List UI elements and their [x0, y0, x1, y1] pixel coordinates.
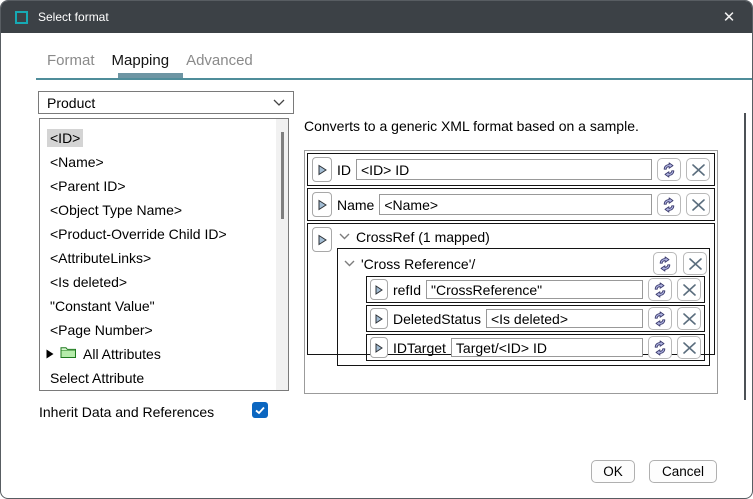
list-item[interactable]: "Constant Value" — [40, 294, 288, 318]
expand-icon[interactable] — [370, 337, 388, 358]
cross-reference-subgroup: 'Cross Reference'/ — [337, 248, 710, 366]
select-format-dialog: Select format ✕ Format Mapping Advanced … — [0, 0, 753, 499]
sync-arrows-icon[interactable] — [648, 336, 672, 359]
mapping-row-deletedstatus: DeletedStatus — [366, 305, 705, 332]
sync-arrows-icon[interactable] — [653, 252, 677, 275]
mapping-row-name: Name — [307, 188, 715, 221]
list-item-all-attributes[interactable]: All Attributes — [40, 342, 288, 366]
mapping-row-id: ID — [307, 153, 715, 186]
dialog-title: Select format — [38, 10, 109, 24]
tab-divider — [36, 78, 752, 80]
app-icon — [15, 11, 28, 24]
expand-icon[interactable] — [370, 279, 388, 300]
sync-arrows-icon[interactable] — [657, 158, 681, 181]
triangle-right-icon[interactable] — [46, 346, 54, 362]
panel-splitter[interactable] — [744, 113, 746, 400]
delete-x-icon[interactable] — [683, 252, 707, 275]
mapping-value-input[interactable] — [486, 309, 643, 328]
object-type-dropdown[interactable]: Product — [38, 91, 294, 114]
crossref-group-body: CrossRef (1 mapped) 'Cross Reference'/ — [337, 227, 710, 366]
inherit-data-checkbox[interactable] — [252, 402, 268, 418]
expand-icon[interactable] — [312, 192, 332, 217]
mapping-row-label: DeletedStatus — [393, 311, 481, 327]
expand-icon[interactable] — [370, 308, 388, 329]
mapping-panel: ID Name — [304, 150, 718, 394]
list-scrollbar[interactable] — [276, 119, 288, 390]
expand-icon[interactable] — [312, 227, 332, 252]
chevron-down-icon — [273, 99, 285, 106]
mapping-row-label: ID — [337, 162, 351, 178]
mapping-value-input[interactable] — [379, 194, 652, 215]
mapping-value-input[interactable] — [426, 280, 643, 299]
mapping-row-idtarget: IDTarget — [366, 334, 705, 361]
tab-format[interactable]: Format — [47, 52, 95, 75]
tab-bar: Format Mapping Advanced — [47, 52, 253, 75]
chevron-down-icon[interactable] — [339, 233, 350, 240]
mapping-value-input[interactable] — [356, 159, 652, 180]
folder-icon — [60, 346, 77, 362]
mapping-row-refid: refId — [366, 276, 705, 303]
close-icon[interactable]: ✕ — [706, 1, 752, 33]
list-item[interactable]: <Name> — [40, 150, 288, 174]
mapping-group-crossref: CrossRef (1 mapped) 'Cross Reference'/ — [307, 223, 715, 355]
chevron-down-icon[interactable] — [344, 260, 355, 267]
checkmark-icon — [255, 403, 265, 418]
sync-arrows-icon[interactable] — [657, 193, 681, 216]
mapping-value-input[interactable] — [451, 338, 643, 357]
object-type-value: Product — [47, 95, 95, 111]
cancel-button[interactable]: Cancel — [649, 460, 717, 483]
list-item[interactable]: Select Attribute — [40, 366, 288, 390]
field-list: <ID> <Name> <Parent ID> <Object Type Nam… — [39, 118, 289, 391]
crossref-group-label: CrossRef (1 mapped) — [356, 229, 490, 245]
mapping-row-label: IDTarget — [393, 340, 446, 356]
crossref-group-header: CrossRef (1 mapped) — [337, 227, 710, 246]
sync-arrows-icon[interactable] — [648, 278, 672, 301]
list-item[interactable]: <Is deleted> — [40, 270, 288, 294]
mapping-description: Converts to a generic XML format based o… — [304, 118, 639, 134]
ok-button[interactable]: OK — [591, 460, 635, 483]
delete-x-icon[interactable] — [677, 336, 701, 359]
list-scrollbar-thumb[interactable] — [281, 132, 284, 219]
list-item[interactable]: <Parent ID> — [40, 174, 288, 198]
tab-mapping[interactable]: Mapping — [112, 52, 170, 75]
tab-advanced[interactable]: Advanced — [186, 52, 253, 75]
delete-x-icon[interactable] — [677, 307, 701, 330]
list-item[interactable]: <ID> — [40, 126, 288, 150]
delete-x-icon[interactable] — [686, 193, 710, 216]
titlebar: Select format ✕ — [1, 1, 752, 33]
list-item[interactable]: <Page Number> — [40, 318, 288, 342]
list-item[interactable]: <AttributeLinks> — [40, 246, 288, 270]
delete-x-icon[interactable] — [686, 158, 710, 181]
mapping-row-label: refId — [393, 282, 421, 298]
inherit-data-label: Inherit Data and References — [39, 404, 214, 420]
cross-reference-header: 'Cross Reference'/ — [340, 251, 707, 276]
list-item[interactable]: <Object Type Name> — [40, 198, 288, 222]
list-item[interactable]: <Product-Override Child ID> — [40, 222, 288, 246]
expand-icon[interactable] — [312, 157, 332, 182]
mapping-row-label: Name — [337, 197, 374, 213]
delete-x-icon[interactable] — [677, 278, 701, 301]
cross-reference-label: 'Cross Reference'/ — [361, 256, 475, 272]
sync-arrows-icon[interactable] — [648, 307, 672, 330]
